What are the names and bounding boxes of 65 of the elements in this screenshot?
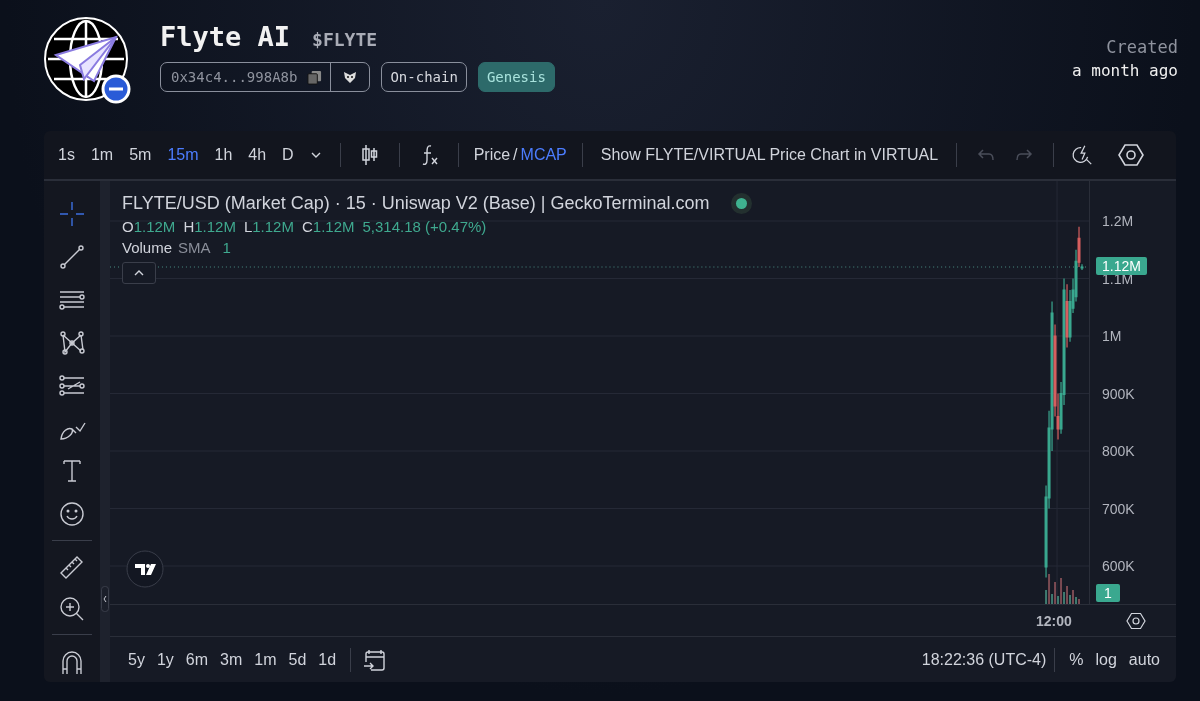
interval-button[interactable]: 1s xyxy=(52,142,81,168)
tag: Genesis xyxy=(477,62,555,92)
range-button[interactable]: 5d xyxy=(282,646,313,673)
price-scale-label: 900K xyxy=(1102,384,1135,403)
range-button[interactable]: 5y xyxy=(122,646,151,673)
chevron-up-icon xyxy=(133,269,145,277)
trend-line-tool-icon[interactable] xyxy=(58,243,86,272)
range-button[interactable]: 1m xyxy=(248,646,283,673)
token-ticker: $FLYTE xyxy=(312,29,378,50)
interval-button[interactable]: 5m xyxy=(123,142,158,168)
ohlc-label: C xyxy=(301,218,313,235)
ohlc-value: 1.12M xyxy=(312,218,355,235)
clock-time: 18:22:36 (UTC-4) xyxy=(921,650,1047,669)
token-name: Flyte AI xyxy=(160,21,291,52)
volume-value: 1 xyxy=(222,239,231,256)
price-scale-label: 700K xyxy=(1102,499,1135,518)
ohlc-label: H xyxy=(183,218,195,235)
collapse-handle-icon[interactable] xyxy=(101,586,109,612)
ohlc-label: L xyxy=(243,218,253,235)
address-field[interactable]: 0x34c4...998A8b xyxy=(160,62,371,92)
crosshair-tool-icon[interactable] xyxy=(58,200,86,229)
ohlc-value: 1.12M xyxy=(133,218,176,235)
ohlc-label: O xyxy=(122,218,134,235)
emoji-tool-icon[interactable] xyxy=(58,500,86,529)
time-axis-label: 12:00 xyxy=(1036,613,1072,629)
volume-indicator: SMA xyxy=(178,239,211,256)
created-label: Created xyxy=(1106,37,1178,57)
range-button[interactable]: 3m xyxy=(214,646,249,673)
scale-option-button[interactable]: % xyxy=(1063,646,1090,673)
price-scale-label: 600K xyxy=(1102,557,1135,575)
price-mode-toggle[interactable]: Price xyxy=(470,142,514,168)
mode-separator: / xyxy=(513,146,518,164)
range-button[interactable]: 1d xyxy=(312,646,343,673)
price-scale-label: 1.2M xyxy=(1102,212,1134,230)
price-scale-label: 1M xyxy=(1102,327,1122,345)
price-change: 5,314.18 (+0.47%) xyxy=(362,218,487,235)
pattern-tool-icon[interactable] xyxy=(58,328,86,357)
current-price-badge: 1.12M xyxy=(1096,257,1147,275)
contract-address: 0x34c4...998A8b xyxy=(171,69,298,85)
chart-title: FLYTE/USD (Market Cap) · 15 · Uniswap V2 (Base) | GeckoTerminal.com xyxy=(122,193,710,214)
created-time: a month ago xyxy=(1072,61,1178,80)
interval-button[interactable]: 4h xyxy=(242,142,273,168)
collapse-legend-button[interactable] xyxy=(122,262,156,284)
range-button[interactable]: 1y xyxy=(150,646,180,673)
calendar-goto-icon[interactable] xyxy=(363,647,388,672)
range-button[interactable]: 6m xyxy=(179,646,215,673)
volume-label: Volume xyxy=(122,239,173,256)
interval-button[interactable]: 1m xyxy=(84,142,120,168)
settings-icon[interactable] xyxy=(1126,612,1146,630)
settings-icon[interactable] xyxy=(1118,143,1145,167)
ohlc-value: 1.12M xyxy=(194,218,236,235)
tradingview-logo[interactable] xyxy=(126,550,164,588)
pair-chart-button[interactable]: Show FLYTE/VIRTUAL Price Chart in VIRTUAL xyxy=(594,142,945,168)
interval-button[interactable]: 1h xyxy=(208,142,239,168)
ohlc-value: 1.12M xyxy=(252,218,294,235)
price-scale-label: 800K xyxy=(1102,442,1135,460)
mcap-mode-toggle[interactable]: MCAP xyxy=(517,142,570,168)
interval-button[interactable]: 15m xyxy=(161,142,205,168)
zoom-tool-icon[interactable] xyxy=(58,594,86,623)
copy-icon[interactable] xyxy=(307,69,323,85)
volume-badge: 1 xyxy=(1096,584,1120,602)
scale-option-button[interactable]: log xyxy=(1089,646,1123,673)
interval-button[interactable]: D xyxy=(276,142,300,168)
tag: On-chain xyxy=(381,62,467,92)
scale-option-button[interactable]: auto xyxy=(1122,646,1166,673)
